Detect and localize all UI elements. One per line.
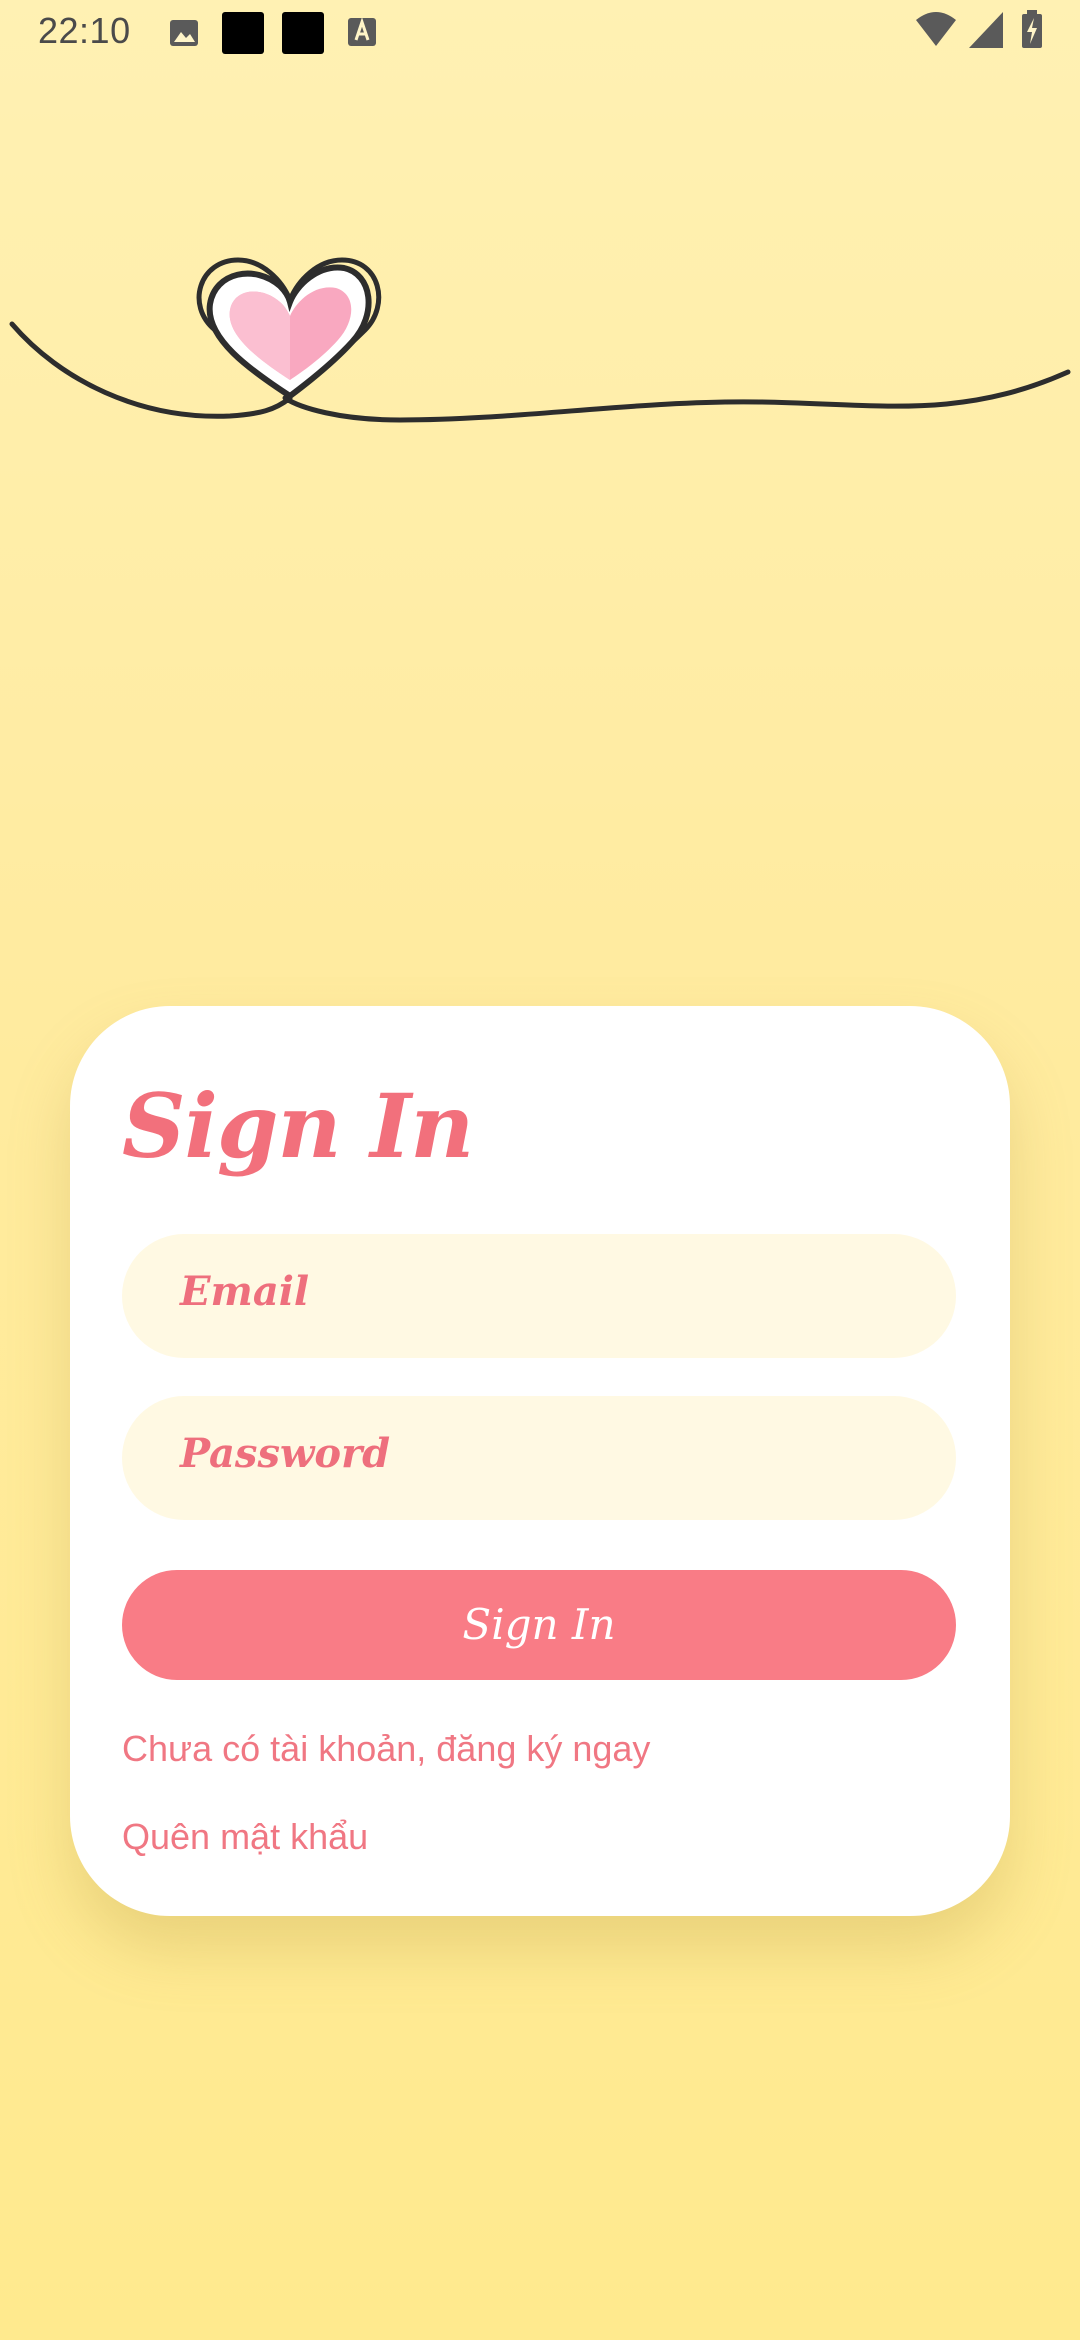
black-square-icon bbox=[222, 12, 264, 54]
email-placeholder: Email bbox=[180, 1268, 310, 1315]
wifi-icon bbox=[915, 12, 956, 46]
heart-icon bbox=[206, 264, 372, 400]
password-field[interactable]: Password bbox=[122, 1396, 956, 1520]
image-icon bbox=[170, 20, 198, 46]
status-bar: 22:10 bbox=[0, 0, 1080, 66]
heart-string-illustration bbox=[9, 257, 1071, 423]
black-square-icon bbox=[282, 12, 324, 54]
signin-card: Sign In Email Password Sign In Chưa có t… bbox=[70, 1006, 1010, 1916]
font-a-icon bbox=[348, 17, 376, 46]
signup-link[interactable]: Chưa có tài khoản, đăng ký ngay bbox=[122, 1728, 650, 1770]
battery-charging-icon bbox=[1022, 10, 1042, 48]
forgot-password-link[interactable]: Quên mật khẩu bbox=[122, 1816, 368, 1858]
password-placeholder: Password bbox=[180, 1430, 391, 1477]
signal-icon bbox=[968, 12, 1003, 48]
page-title: Sign In bbox=[122, 1074, 474, 1178]
status-time: 22:10 bbox=[38, 10, 131, 51]
email-field[interactable]: Email bbox=[122, 1234, 956, 1358]
signin-button[interactable]: Sign In bbox=[122, 1570, 956, 1680]
